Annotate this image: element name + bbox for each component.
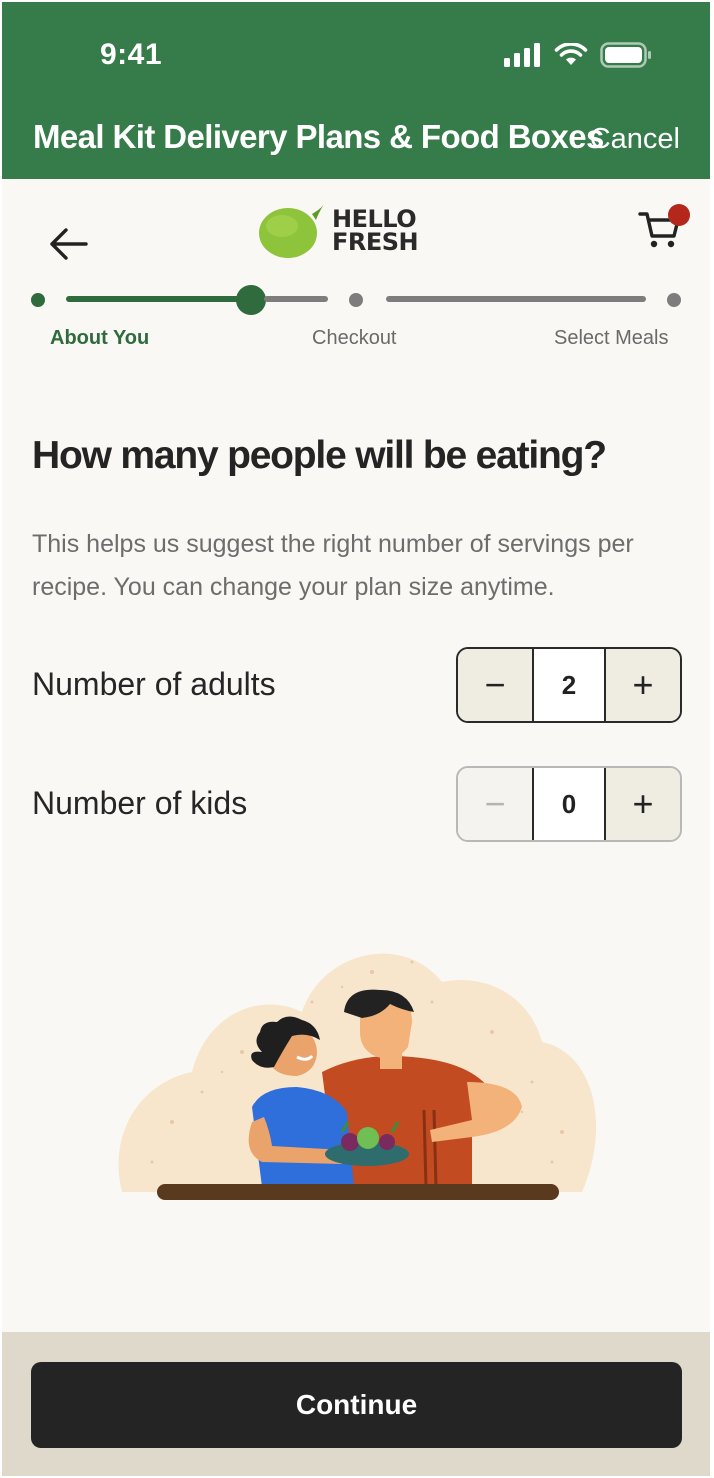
step-label-checkout: Checkout xyxy=(312,327,397,349)
kids-stepper: − 0 + xyxy=(456,766,682,842)
kids-label: Number of kids xyxy=(32,785,248,821)
adults-value: 2 xyxy=(532,649,606,721)
kids-decrement-button[interactable]: − xyxy=(458,768,532,840)
app-frame: 9:41 Meal Kit Delivery Plans & Food Boxe… xyxy=(2,2,710,1476)
arrow-left-icon xyxy=(50,228,88,260)
question-helper-text: This helps us suggest the right number o… xyxy=(32,530,634,601)
back-button[interactable] xyxy=(46,222,90,266)
progress-end-dot xyxy=(667,293,681,307)
progress-stepper: About You Checkout Select Meals xyxy=(2,285,710,352)
step-label-about-you: About You xyxy=(50,327,150,349)
top-header: 9:41 Meal Kit Delivery Plans & Food Boxe… xyxy=(2,2,710,179)
lime-logo-icon xyxy=(259,204,324,258)
progress-checkout-dot xyxy=(349,293,363,307)
brand-wordmark: HELLO FRESH xyxy=(332,207,419,256)
page-title: Meal Kit Delivery Plans & Food Boxes xyxy=(33,118,604,155)
wifi-icon xyxy=(554,43,588,65)
step-label-select-meals: Select Meals xyxy=(554,327,669,349)
hellofresh-logo: HELLO FRESH xyxy=(258,202,419,260)
battery-icon xyxy=(600,42,651,68)
question-heading: How many people will be eating? xyxy=(32,434,607,477)
cellular-signal-icon xyxy=(504,43,540,67)
progress-current-dot xyxy=(236,285,266,315)
adults-label: Number of adults xyxy=(32,666,276,702)
cancel-button[interactable]: Cancel xyxy=(590,123,680,156)
kids-increment-button[interactable]: + xyxy=(606,768,680,840)
family-cooking-illustration xyxy=(118,953,597,1200)
progress-start-dot xyxy=(31,293,45,307)
adults-increment-button[interactable]: + xyxy=(606,649,680,721)
progress-upcoming-line-2 xyxy=(386,296,646,302)
adults-stepper: − 2 + xyxy=(456,647,682,723)
status-icons xyxy=(504,42,652,68)
progress-upcoming-line-1 xyxy=(264,296,328,302)
brand-line-2: FRESH xyxy=(332,228,419,256)
kids-value: 0 xyxy=(532,768,606,840)
adults-decrement-button[interactable]: − xyxy=(458,649,532,721)
footer-bar: Continue xyxy=(2,1332,710,1476)
progress-completed-line xyxy=(66,296,244,302)
status-time: 9:41 xyxy=(100,38,163,71)
continue-button[interactable]: Continue xyxy=(31,1362,682,1448)
cart-notification-badge xyxy=(668,204,690,226)
